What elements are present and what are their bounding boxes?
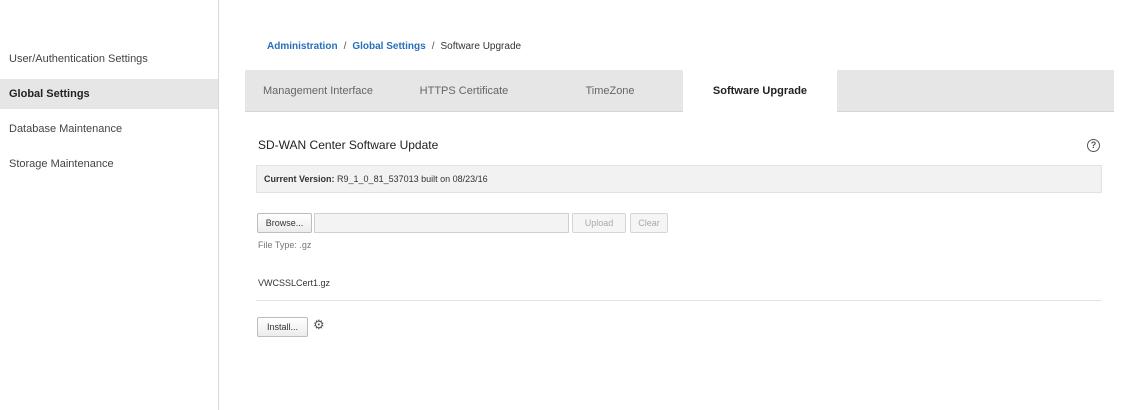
breadcrumb-administration[interactable]: Administration	[267, 41, 338, 52]
tab-timezone[interactable]: TimeZone	[537, 70, 683, 112]
breadcrumb-global-settings[interactable]: Global Settings	[352, 41, 425, 52]
selected-file-name: VWCSSLCert1.gz	[258, 278, 331, 288]
tab-https-certificate[interactable]: HTTPS Certificate	[391, 70, 537, 112]
gear-icon[interactable]: ⚙	[313, 318, 325, 332]
breadcrumb-current: Software Upgrade	[440, 41, 522, 52]
current-version-value: R9_1_0_81_537013 built on 08/23/16	[337, 174, 488, 184]
breadcrumb-separator: /	[431, 41, 435, 52]
file-type-hint: File Type: .gz	[258, 240, 312, 250]
current-version-label: Current Version:	[264, 174, 335, 184]
tab-management-interface[interactable]: Management Interface	[245, 70, 391, 112]
tab-bar: Management Interface HTTPS Certificate T…	[245, 70, 1114, 113]
breadcrumb: Administration / Global Settings / Software …	[267, 41, 521, 52]
sidebar-item-storage-maintenance[interactable]: Storage Maintenance	[0, 149, 218, 179]
sidebar-item-global-settings[interactable]: Global Settings	[0, 79, 218, 109]
clear-button[interactable]: Clear	[630, 213, 668, 233]
browse-button[interactable]: Browse...	[257, 213, 312, 233]
divider	[256, 300, 1102, 301]
file-path-input[interactable]	[314, 213, 569, 233]
sidebar: User/Authentication Settings Global Sett…	[0, 0, 219, 410]
current-version-box: Current Version: R9_1_0_81_537013 built …	[256, 165, 1102, 193]
breadcrumb-separator: /	[343, 41, 347, 52]
sidebar-item-user-authentication-settings[interactable]: User/Authentication Settings	[0, 44, 218, 74]
question-circle-icon[interactable]: ?	[1087, 139, 1100, 152]
upload-button[interactable]: Upload	[572, 213, 626, 233]
section-title: SD-WAN Center Software Update	[258, 138, 439, 152]
tab-software-upgrade[interactable]: Software Upgrade	[683, 70, 837, 113]
sidebar-item-database-maintenance[interactable]: Database Maintenance	[0, 114, 218, 144]
install-button[interactable]: Install...	[257, 317, 308, 337]
